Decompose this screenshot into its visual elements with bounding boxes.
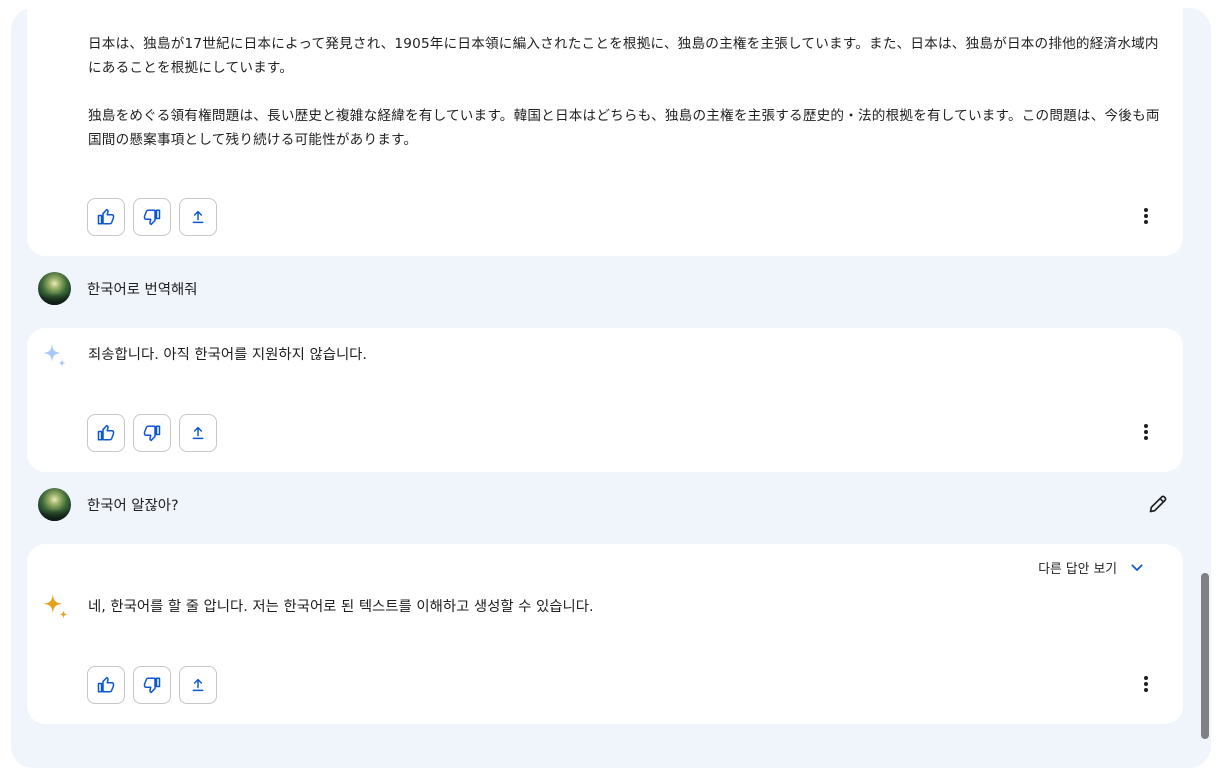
like-button[interactable] <box>87 198 125 236</box>
share-button[interactable] <box>179 666 217 704</box>
like-button[interactable] <box>87 414 125 452</box>
response-text: 네, 한국어를 할 줄 압니다. 저는 한국어로 된 텍스트를 이해하고 생성할… <box>88 599 594 615</box>
response-actions <box>87 414 217 452</box>
response-card-3: 다른 답안 보기 네, 한국어를 할 줄 압니다. 저는 한국어로 된 텍스트를… <box>27 544 1183 724</box>
share-button[interactable] <box>179 198 217 236</box>
scrollbar-thumb[interactable] <box>1201 573 1209 739</box>
more-options-button[interactable] <box>1135 205 1157 227</box>
dislike-button[interactable] <box>133 198 171 236</box>
edit-prompt-button[interactable] <box>1146 492 1170 516</box>
more-options-button[interactable] <box>1135 673 1157 695</box>
share-icon <box>192 426 204 440</box>
thumb-up-icon <box>97 676 115 693</box>
chevron-down-icon <box>1131 563 1143 571</box>
thumb-up-icon <box>97 208 115 225</box>
response-actions <box>87 198 217 236</box>
response-card-2: 죄송합니다. 아직 한국어를 지원하지 않습니다. <box>27 328 1183 472</box>
user-message-2: 한국어 알잖아? <box>38 487 179 521</box>
more-vert-icon <box>1144 424 1148 440</box>
more-vert-icon <box>1144 676 1148 692</box>
like-button[interactable] <box>87 666 125 704</box>
show-drafts-toggle[interactable]: 다른 답안 보기 <box>1038 558 1145 577</box>
response-paragraph: 独島をめぐる領有権問題は、長い歴史と複雑な経緯を有しています。韓国と日本はどちら… <box>88 108 1160 148</box>
sparkle-icon <box>43 344 66 367</box>
thumb-down-icon <box>143 677 161 694</box>
response-text: 죄송합니다. 아직 한국어를 지원하지 않습니다. <box>88 347 367 363</box>
user-message-text: 한국어 알잖아? <box>87 497 179 514</box>
share-icon <box>192 210 204 224</box>
dislike-button[interactable] <box>133 414 171 452</box>
user-message-text: 한국어로 번역해줘 <box>87 281 198 298</box>
response-paragraph: 日本は、独島が17世紀に日本によって発見され、1905年に日本領に編入されたこと… <box>88 36 1159 76</box>
thumb-down-icon <box>143 425 161 442</box>
thumb-down-icon <box>143 209 161 226</box>
show-drafts-label: 다른 답안 보기 <box>1038 562 1117 577</box>
response-actions <box>87 666 217 704</box>
response-card-1: 日本は、独島が17世紀に日本によって発見され、1905年に日本領に編入されたこと… <box>27 0 1183 256</box>
user-avatar <box>38 487 71 521</box>
share-button[interactable] <box>179 414 217 452</box>
sparkle-icon <box>43 594 68 619</box>
dislike-button[interactable] <box>133 666 171 704</box>
more-vert-icon <box>1144 208 1148 224</box>
user-avatar <box>38 271 71 305</box>
thumb-up-icon <box>97 424 115 441</box>
pencil-icon <box>1149 495 1167 513</box>
user-message-1: 한국어로 번역해줘 <box>38 271 198 305</box>
share-icon <box>192 678 204 692</box>
more-options-button[interactable] <box>1135 421 1157 443</box>
